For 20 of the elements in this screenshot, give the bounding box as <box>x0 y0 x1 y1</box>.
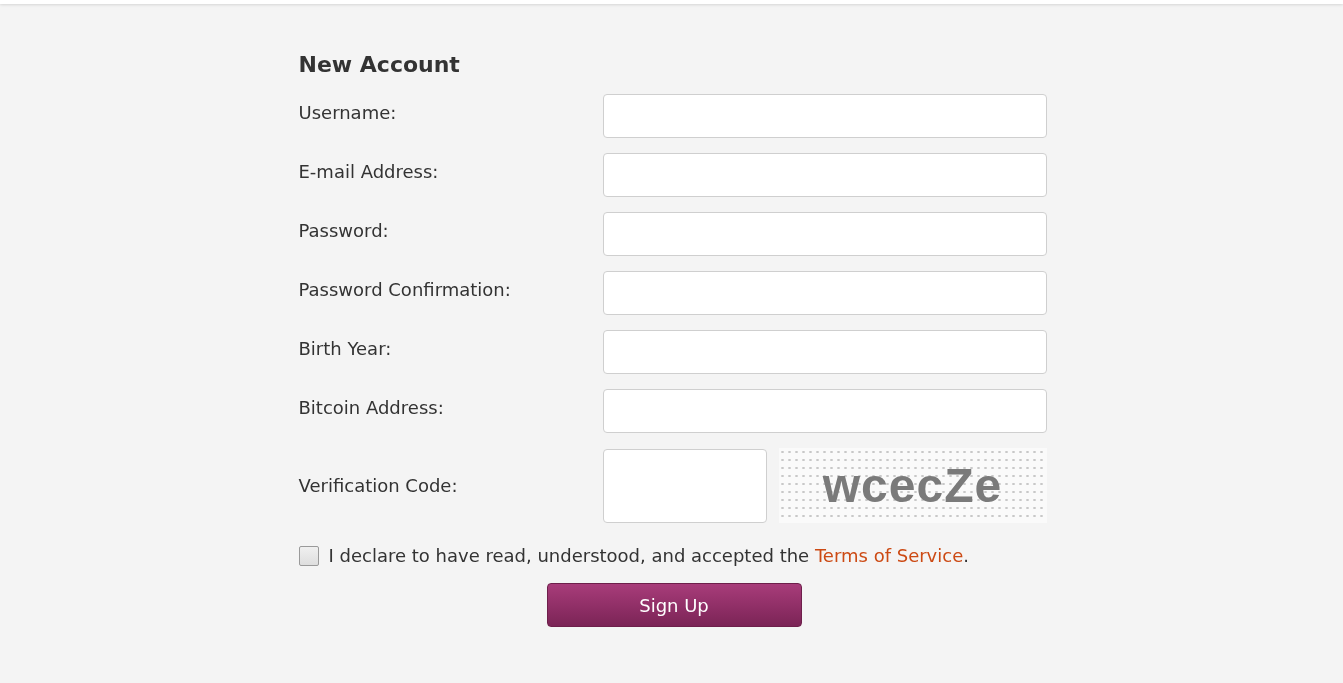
input-field[interactable] <box>602 271 1047 315</box>
input-field[interactable] <box>602 389 1047 433</box>
input-field[interactable] <box>602 330 1047 374</box>
field-label: E-mail Address: <box>298 160 440 184</box>
terms-link[interactable]: Terms of Service <box>814 545 964 566</box>
field-label: Password: <box>298 219 390 243</box>
agreement-text: I declare to have read, understood, and accepted the Terms of Service. <box>328 544 969 568</box>
field-label: Password Confirmation: <box>298 278 512 302</box>
field-label: Birth Year: <box>298 337 393 361</box>
field-label: Username: <box>298 101 398 125</box>
verification-code-field[interactable] <box>602 448 767 523</box>
input-field[interactable] <box>602 212 1047 256</box>
form-title: New Account <box>298 51 461 79</box>
field-label: Bitcoin Address: <box>298 396 445 420</box>
sign-up-button[interactable]: Sign Up <box>546 583 802 627</box>
field-label: Verification Code: <box>298 473 459 498</box>
input-field[interactable] <box>602 153 1047 197</box>
captcha-text: wcecZe <box>822 459 1003 512</box>
agreement-checkbox[interactable] <box>298 546 319 566</box>
input-field[interactable] <box>602 94 1047 138</box>
